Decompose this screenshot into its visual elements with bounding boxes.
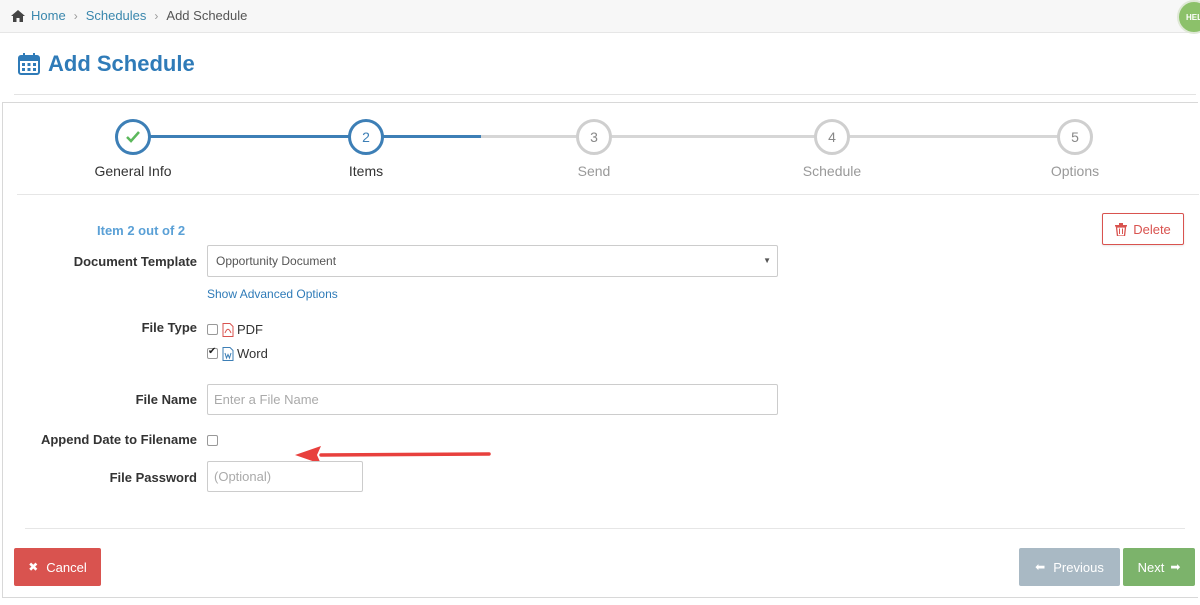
wizard-stepper: General Info 2 Items 3 Send 4 Schedule 5… bbox=[3, 103, 1199, 195]
breadcrumb-current: Add Schedule bbox=[166, 8, 248, 23]
cancel-label: Cancel bbox=[46, 559, 87, 575]
next-button[interactable]: Next ➡ bbox=[1123, 548, 1195, 586]
document-template-label: Document Template bbox=[73, 254, 197, 269]
pdf-label: PDF bbox=[237, 322, 263, 337]
home-icon[interactable] bbox=[10, 9, 26, 23]
calendar-icon bbox=[18, 53, 40, 75]
pdf-option: PDF bbox=[222, 322, 263, 337]
step-send[interactable]: 3 Send bbox=[514, 119, 674, 179]
step-label: Send bbox=[577, 163, 611, 179]
file-name-input[interactable] bbox=[207, 384, 778, 415]
chevron-right-icon: › bbox=[154, 8, 159, 23]
item-count: Item 2 out of 2 bbox=[97, 223, 186, 238]
step-circle: 2 bbox=[348, 119, 384, 155]
step-general-info[interactable]: General Info bbox=[53, 119, 213, 179]
page-title: Add Schedule bbox=[48, 51, 195, 76]
step-label: Items bbox=[348, 163, 384, 179]
chevron-right-icon: › bbox=[73, 8, 78, 23]
step-label: General Info bbox=[94, 163, 172, 179]
divider bbox=[25, 528, 1185, 529]
step-items[interactable]: 2 Items bbox=[286, 119, 446, 179]
step-options[interactable]: 5 Options bbox=[995, 119, 1155, 179]
word-file-icon bbox=[222, 346, 234, 361]
show-advanced-options-link[interactable]: Show Advanced Options bbox=[207, 287, 338, 301]
step-schedule[interactable]: 4 Schedule bbox=[752, 119, 912, 179]
page-title-row: Add Schedule bbox=[18, 51, 195, 77]
delete-button[interactable]: Delete bbox=[1102, 213, 1184, 245]
step-circle: 4 bbox=[814, 119, 850, 155]
document-template-select[interactable]: Opportunity Document ▼ bbox=[207, 245, 778, 277]
delete-label: Delete bbox=[1133, 221, 1171, 237]
document-template-value: Opportunity Document bbox=[216, 254, 337, 268]
next-label: Next bbox=[1137, 559, 1165, 575]
step-label: Options bbox=[1050, 163, 1100, 179]
trash-icon bbox=[1115, 222, 1128, 236]
word-option: Word bbox=[222, 346, 268, 361]
caret-down-icon: ▼ bbox=[763, 256, 771, 265]
breadcrumb-schedules-link[interactable]: Schedules bbox=[86, 8, 147, 23]
arrow-right-icon: ➡ bbox=[1170, 560, 1181, 574]
close-icon: ✖ bbox=[28, 560, 39, 574]
word-label: Word bbox=[237, 346, 268, 361]
divider bbox=[14, 94, 1196, 95]
append-date-label: Append Date to Filename bbox=[40, 432, 197, 447]
check-icon bbox=[126, 131, 140, 143]
wizard-panel: General Info 2 Items 3 Send 4 Schedule 5… bbox=[2, 102, 1199, 598]
breadcrumb: Home › Schedules › Add Schedule bbox=[10, 8, 247, 23]
step-circle: 5 bbox=[1057, 119, 1093, 155]
append-date-checkbox[interactable] bbox=[207, 435, 218, 446]
divider bbox=[17, 194, 1199, 195]
previous-button[interactable]: ⬅ Previous bbox=[1019, 548, 1120, 586]
file-password-input[interactable] bbox=[207, 461, 363, 492]
avatar[interactable]: HEL bbox=[1177, 0, 1200, 34]
file-type-label: File Type bbox=[141, 320, 197, 335]
pdf-checkbox[interactable] bbox=[207, 324, 218, 335]
pdf-file-icon bbox=[222, 322, 234, 337]
file-name-label: File Name bbox=[135, 392, 197, 407]
arrow-left-icon: ⬅ bbox=[1035, 560, 1046, 574]
top-bar: Home › Schedules › Add Schedule HEL bbox=[0, 0, 1200, 34]
breadcrumb-home-link[interactable]: Home bbox=[31, 8, 66, 23]
step-circle bbox=[115, 119, 151, 155]
cancel-button[interactable]: ✖ Cancel bbox=[14, 548, 101, 586]
previous-label: Previous bbox=[1053, 559, 1104, 575]
step-label: Schedule bbox=[802, 163, 862, 179]
step-circle: 3 bbox=[576, 119, 612, 155]
word-checkbox[interactable] bbox=[207, 346, 218, 359]
file-password-label: File Password bbox=[109, 470, 197, 485]
